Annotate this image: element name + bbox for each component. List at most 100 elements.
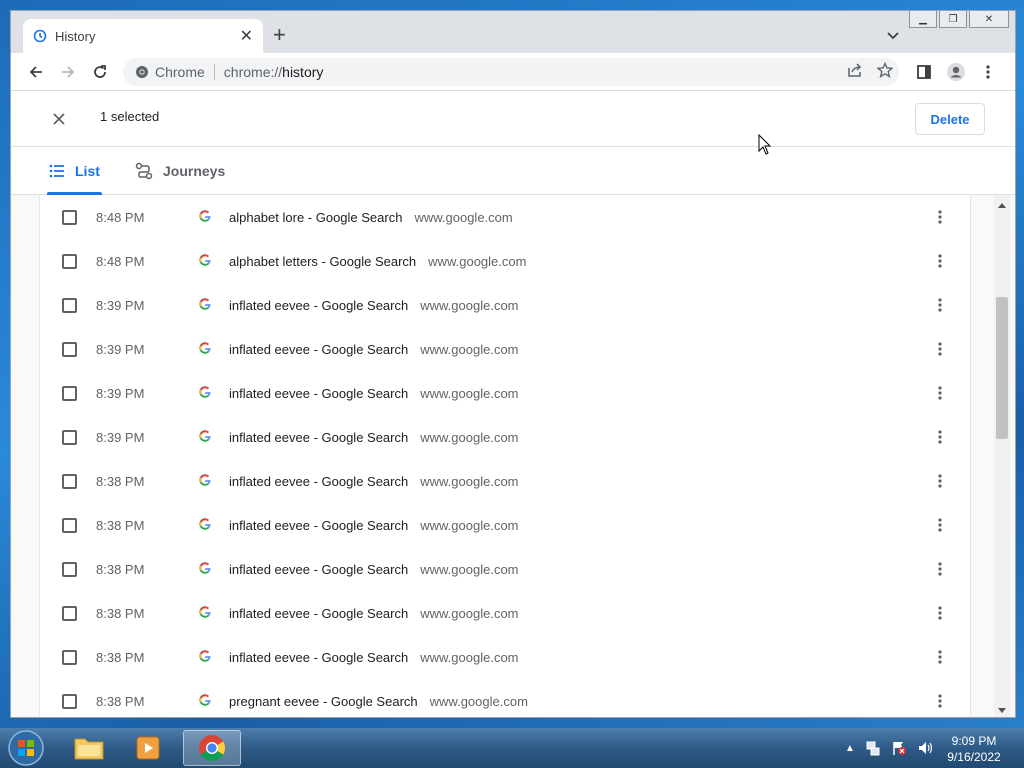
network-icon[interactable]: [865, 740, 881, 756]
row-checkbox[interactable]: [62, 430, 77, 445]
omnibox-icons: [847, 62, 893, 78]
entry-domain: www.google.com: [429, 694, 528, 709]
url-scheme: chrome://: [223, 64, 283, 80]
share-icon[interactable]: [847, 62, 863, 78]
tab-history[interactable]: History ✕: [23, 19, 263, 53]
tab-list[interactable]: List: [47, 147, 102, 195]
entry-link[interactable]: alphabet lore - Google Search www.google.…: [229, 210, 513, 225]
history-row[interactable]: 8:48 PM alphabet letters - Google Search w…: [40, 239, 970, 283]
row-checkbox[interactable]: [62, 562, 77, 577]
clear-selection-icon[interactable]: [49, 109, 69, 134]
action-center-flag-icon[interactable]: [891, 740, 907, 756]
entry-link[interactable]: inflated eevee - Google Search www.google…: [229, 562, 519, 577]
history-row[interactable]: 8:38 PM inflated eevee - Google Search www…: [40, 547, 970, 591]
bookmark-star-icon[interactable]: [877, 62, 893, 78]
more-actions-icon[interactable]: [930, 471, 950, 491]
taskbar-chrome[interactable]: [183, 730, 241, 766]
google-favicon-icon: [199, 342, 211, 354]
row-checkbox[interactable]: [62, 298, 77, 313]
more-actions-icon[interactable]: [930, 559, 950, 579]
tab-close-icon[interactable]: ✕: [240, 26, 253, 46]
taskbar-media-player[interactable]: [120, 730, 178, 766]
scroll-down-icon[interactable]: [998, 708, 1006, 713]
new-tab-icon[interactable]: +: [273, 24, 286, 46]
visit-time: 8:48 PM: [96, 254, 145, 269]
row-checkbox[interactable]: [62, 518, 77, 533]
close-window-icon[interactable]: ✕: [969, 11, 1009, 28]
row-checkbox[interactable]: [62, 386, 77, 401]
row-checkbox[interactable]: [62, 474, 77, 489]
more-actions-icon[interactable]: [930, 383, 950, 403]
history-view-tabs: List Journeys: [11, 147, 1015, 195]
row-checkbox[interactable]: [62, 694, 77, 709]
minimize-icon[interactable]: ▁: [909, 11, 937, 28]
row-checkbox[interactable]: [62, 650, 77, 665]
show-hidden-icons-icon[interactable]: ▲: [845, 743, 855, 754]
scroll-up-icon[interactable]: [998, 203, 1006, 208]
row-checkbox[interactable]: [62, 254, 77, 269]
tab-search-icon[interactable]: [887, 27, 899, 45]
history-row[interactable]: 8:38 PM inflated eevee - Google Search www…: [40, 591, 970, 635]
entry-domain: www.google.com: [420, 386, 519, 401]
history-row[interactable]: 8:38 PM inflated eevee - Google Search www…: [40, 503, 970, 547]
entry-link[interactable]: inflated eevee - Google Search www.google…: [229, 650, 519, 665]
entry-link[interactable]: inflated eevee - Google Search www.google…: [229, 298, 519, 313]
row-checkbox[interactable]: [62, 342, 77, 357]
taskbar-explorer[interactable]: [60, 730, 118, 766]
forward-icon[interactable]: [57, 61, 79, 83]
more-actions-icon[interactable]: [930, 647, 950, 667]
omnibox-url: chrome://history: [224, 64, 324, 80]
restore-icon[interactable]: ❐: [939, 11, 967, 28]
entry-domain: www.google.com: [420, 606, 519, 621]
entry-link[interactable]: inflated eevee - Google Search www.google…: [229, 342, 519, 357]
scroll-thumb[interactable]: [996, 297, 1008, 439]
history-row[interactable]: 8:38 PM inflated eevee - Google Search www…: [40, 459, 970, 503]
volume-icon[interactable]: [917, 740, 933, 756]
more-actions-icon[interactable]: [930, 691, 950, 711]
start-button[interactable]: [6, 729, 46, 767]
menu-kebab-icon[interactable]: [977, 61, 999, 83]
row-checkbox[interactable]: [62, 606, 77, 621]
address-bar[interactable]: Chrome chrome://history: [123, 58, 899, 86]
history-row[interactable]: 8:39 PM inflated eevee - Google Search www…: [40, 327, 970, 371]
page-scrollbar[interactable]: [994, 195, 1010, 717]
system-clock[interactable]: 9:09 PM 9/16/2022: [944, 733, 1004, 765]
entry-link[interactable]: inflated eevee - Google Search www.google…: [229, 518, 519, 533]
history-row[interactable]: 8:38 PM inflated eevee - Google Search www…: [40, 635, 970, 679]
reload-icon[interactable]: [89, 61, 111, 83]
delete-button[interactable]: Delete: [915, 103, 985, 135]
google-favicon-icon: [199, 606, 211, 618]
more-actions-icon[interactable]: [930, 207, 950, 227]
side-panel-icon[interactable]: [913, 61, 935, 83]
entry-link[interactable]: inflated eevee - Google Search www.google…: [229, 606, 519, 621]
history-row[interactable]: 8:38 PM pregnant eevee - Google Search www…: [40, 679, 970, 717]
more-actions-icon[interactable]: [930, 251, 950, 271]
visit-time: 8:38 PM: [96, 474, 145, 489]
entry-title: inflated eevee - Google Search: [229, 430, 409, 445]
selected-count: 1 selected: [100, 109, 160, 124]
more-actions-icon[interactable]: [930, 339, 950, 359]
entry-link[interactable]: inflated eevee - Google Search www.google…: [229, 474, 519, 489]
history-row[interactable]: 8:39 PM inflated eevee - Google Search www…: [40, 371, 970, 415]
history-row[interactable]: 8:39 PM inflated eevee - Google Search www…: [40, 415, 970, 459]
entry-domain: www.google.com: [414, 210, 513, 225]
history-row[interactable]: 8:48 PM alphabet lore - Google Search www.…: [40, 195, 970, 239]
entry-link[interactable]: pregnant eevee - Google Search www.google…: [229, 694, 528, 709]
more-actions-icon[interactable]: [930, 427, 950, 447]
back-icon[interactable]: [25, 61, 47, 83]
more-actions-icon[interactable]: [930, 295, 950, 315]
history-row[interactable]: 8:39 PM inflated eevee - Google Search www…: [40, 283, 970, 327]
profile-avatar-icon[interactable]: [945, 61, 967, 83]
entry-domain: www.google.com: [420, 298, 519, 313]
entry-domain: www.google.com: [420, 474, 519, 489]
more-actions-icon[interactable]: [930, 603, 950, 623]
entry-link[interactable]: alphabet letters - Google Search www.goog…: [229, 254, 526, 269]
entry-link[interactable]: inflated eevee - Google Search www.google…: [229, 430, 519, 445]
more-actions-icon[interactable]: [930, 515, 950, 535]
entry-domain: www.google.com: [420, 650, 519, 665]
selection-toolbar: 1 selected Delete: [11, 91, 1015, 147]
clock-time: 9:09 PM: [951, 734, 997, 748]
row-checkbox[interactable]: [62, 210, 77, 225]
entry-link[interactable]: inflated eevee - Google Search www.google…: [229, 386, 519, 401]
tab-journeys[interactable]: Journeys: [135, 147, 225, 195]
